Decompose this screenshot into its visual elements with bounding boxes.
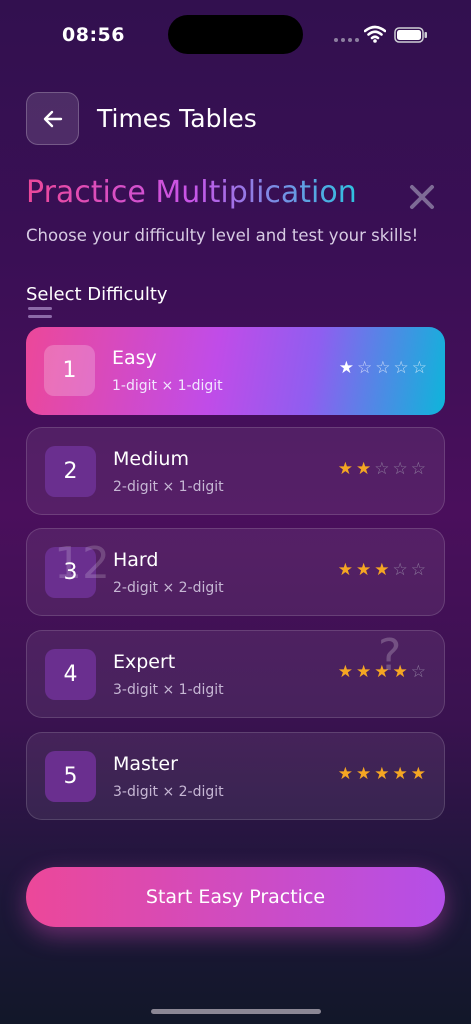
close-icon[interactable] (409, 184, 435, 210)
level-card-medium[interactable]: 2 Medium 2-digit × 1-digit ★ ★ ☆ ☆ ☆ (26, 427, 445, 515)
star-empty-icon: ☆ (410, 459, 426, 479)
star-rating: ★ ★ ★ ☆ ☆ (338, 562, 426, 579)
star-filled-icon: ★ (356, 764, 372, 784)
star-filled-icon: ★ (356, 459, 372, 479)
star-rating: ★ ★ ☆ ☆ ☆ (338, 461, 426, 478)
star-empty-icon: ☆ (393, 358, 409, 378)
level-name: Hard (113, 549, 159, 571)
cellular-signal-icon (334, 38, 359, 42)
level-number: 4 (45, 649, 96, 700)
back-button[interactable] (26, 92, 79, 145)
star-filled-icon: ★ (392, 662, 408, 682)
level-number: 1 (44, 345, 95, 396)
level-number: 5 (45, 751, 96, 802)
star-filled-icon: ★ (374, 662, 390, 682)
star-rating: ★ ☆ ☆ ☆ ☆ (339, 360, 427, 377)
level-card-hard[interactable]: 3 Hard 2-digit × 2-digit ★ ★ ★ ☆ ☆ (26, 528, 445, 616)
level-name: Easy (112, 347, 157, 369)
star-filled-icon: ★ (337, 560, 353, 580)
star-filled-icon: ★ (337, 459, 353, 479)
star-filled-icon: ★ (374, 764, 390, 784)
star-empty-icon: ☆ (357, 358, 373, 378)
level-name: Medium (113, 448, 189, 470)
arrow-left-icon (43, 110, 62, 127)
star-filled-icon: ★ (337, 764, 353, 784)
star-empty-icon: ☆ (374, 459, 390, 479)
star-filled-icon: ★ (374, 560, 390, 580)
section-label: Select Difficulty (26, 284, 168, 305)
start-practice-button[interactable]: Start Easy Practice (26, 867, 445, 927)
level-number: 3 (45, 547, 96, 598)
level-card-expert[interactable]: 4 Expert 3-digit × 1-digit ★ ★ ★ ★ ☆ (26, 630, 445, 718)
hero-title: Practice Multiplication (26, 175, 357, 210)
star-filled-icon: ★ (356, 560, 372, 580)
home-indicator (151, 1009, 321, 1014)
section-underline (28, 307, 52, 323)
star-empty-icon: ☆ (410, 662, 426, 682)
level-card-master[interactable]: 5 Master 3-digit × 2-digit ★ ★ ★ ★ ★ (26, 732, 445, 820)
level-card-easy[interactable]: 1 Easy 1-digit × 1-digit ★ ☆ ☆ ☆ ☆ (26, 327, 445, 415)
star-rating: ★ ★ ★ ★ ★ (338, 766, 426, 783)
star-filled-icon: ★ (338, 358, 354, 378)
battery-icon (394, 27, 427, 43)
status-bar: 08:56 (0, 0, 471, 70)
level-number: 2 (45, 446, 96, 497)
level-description: 3-digit × 1-digit (113, 682, 224, 698)
level-description: 2-digit × 1-digit (113, 479, 224, 495)
star-filled-icon: ★ (337, 662, 353, 682)
star-empty-icon: ☆ (375, 358, 391, 378)
level-description: 3-digit × 2-digit (113, 784, 224, 800)
star-filled-icon: ★ (410, 764, 426, 784)
level-description: 2-digit × 2-digit (113, 580, 224, 596)
star-empty-icon: ☆ (410, 560, 426, 580)
page-title: Times Tables (97, 104, 257, 133)
level-name: Master (113, 753, 178, 775)
dynamic-island (168, 15, 303, 54)
star-empty-icon: ☆ (392, 560, 408, 580)
hero-subtitle: Choose your difficulty level and test yo… (26, 226, 419, 245)
level-name: Expert (113, 651, 176, 673)
star-empty-icon: ☆ (392, 459, 408, 479)
star-rating: ★ ★ ★ ★ ☆ (338, 664, 426, 681)
star-filled-icon: ★ (392, 764, 408, 784)
star-filled-icon: ★ (356, 662, 372, 682)
star-empty-icon: ☆ (411, 358, 427, 378)
wifi-icon (364, 25, 386, 43)
status-time: 08:56 (62, 24, 125, 46)
level-description: 1-digit × 1-digit (112, 378, 223, 394)
